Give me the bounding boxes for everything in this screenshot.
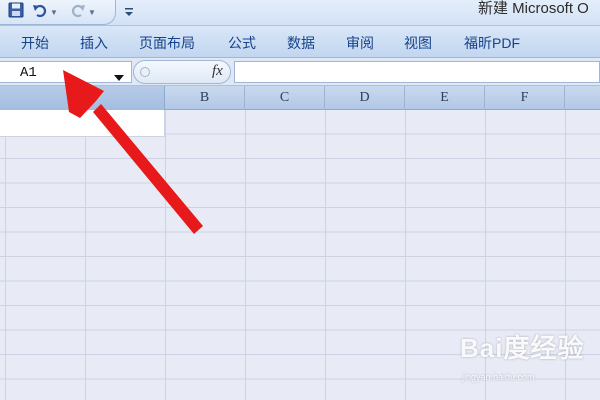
column-header-c[interactable]: C [245, 86, 325, 110]
column-header-row: B C D E F [0, 86, 600, 110]
formula-input[interactable] [234, 61, 600, 83]
column-header-b[interactable]: B [165, 86, 245, 110]
redo-button[interactable]: ▼ [70, 2, 102, 22]
redo-dropdown-icon[interactable]: ▼ [88, 8, 96, 17]
insert-function-button[interactable]: fx [212, 63, 223, 80]
column-header-e[interactable]: E [405, 86, 485, 110]
resize-grip-icon[interactable] [140, 67, 150, 77]
column-header-a[interactable] [0, 86, 165, 110]
name-box[interactable]: A1 [0, 61, 132, 83]
column-header-d[interactable]: D [325, 86, 405, 110]
tab-insert[interactable]: 插入 [80, 33, 108, 53]
tab-view[interactable]: 视图 [404, 33, 432, 53]
watermark-url: jingyan.baidu.com [462, 372, 535, 382]
tab-review[interactable]: 审阅 [346, 33, 374, 53]
name-box-dropdown-icon[interactable] [113, 69, 125, 81]
name-box-value: A1 [20, 65, 37, 81]
ribbon-tab-bar: 开始 插入 页面布局 公式 数据 审阅 视图 福昕PDF [0, 26, 600, 58]
window-title: 新建 Microsoft O [478, 0, 589, 17]
column-header-f[interactable]: F [485, 86, 565, 110]
save-button[interactable] [8, 2, 26, 22]
tab-page-layout[interactable]: 页面布局 [139, 33, 195, 53]
save-icon [8, 2, 24, 23]
watermark-text: Bai度经验 [460, 333, 585, 363]
formula-tools: fx [133, 60, 231, 84]
undo-icon [32, 2, 48, 23]
baidu-watermark: Bai度经验 jingyan.baidu.com [460, 328, 600, 396]
tab-data[interactable]: 数据 [287, 33, 315, 53]
redo-icon [70, 2, 86, 23]
selected-cell-a1[interactable] [0, 110, 165, 137]
undo-dropdown-icon[interactable]: ▼ [50, 8, 58, 17]
formula-bar: A1 fx [0, 58, 600, 86]
tab-formulas[interactable]: 公式 [228, 33, 256, 53]
undo-button[interactable]: ▼ [32, 2, 64, 22]
quick-access-toolbar: ▼ ▼ [0, 0, 116, 25]
customize-qat-icon[interactable] [124, 4, 134, 20]
tab-home[interactable]: 开始 [21, 33, 49, 53]
tab-foxit-pdf[interactable]: 福昕PDF [464, 33, 520, 53]
title-bar: ▼ ▼ 新建 Microsoft O [0, 0, 600, 26]
